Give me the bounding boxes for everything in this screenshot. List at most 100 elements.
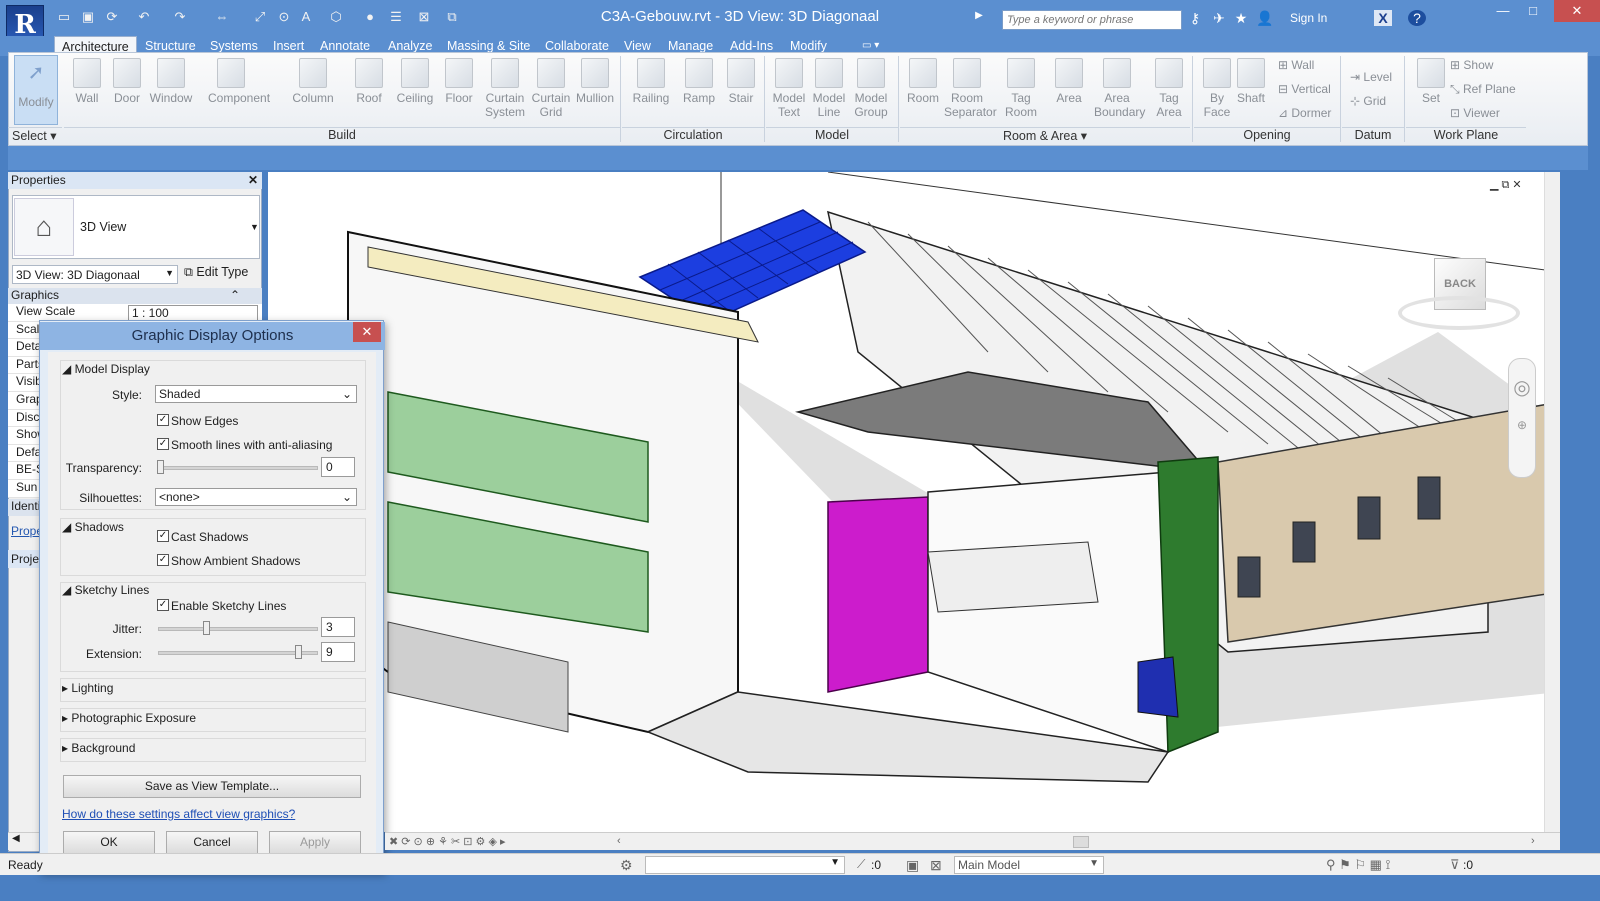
instance-filter-dropdown[interactable]: 3D View: 3D Diagonaal ▼ (12, 265, 178, 284)
apply-button[interactable]: Apply (269, 831, 361, 854)
show-button[interactable]: ⊞ Show (1450, 58, 1493, 72)
ambient-shadows-checkbox[interactable]: ✓ (157, 554, 169, 566)
3d-view-icon[interactable]: ⬡ (328, 9, 344, 25)
shaft-button[interactable]: Shaft (1228, 58, 1274, 122)
key-icon[interactable]: ⚷ (1186, 10, 1204, 27)
redo-icon[interactable]: ↷ (172, 9, 188, 25)
smooth-lines-checkbox[interactable]: ✓ (157, 438, 169, 450)
switch-windows-icon[interactable]: ⧉ (444, 9, 460, 25)
ok-button[interactable]: OK (63, 831, 155, 854)
binoculars-icon[interactable]: ⚲ (1162, 10, 1180, 27)
viewcube-compass-ring[interactable] (1398, 296, 1520, 330)
viewer-button[interactable]: ⊡ Viewer (1450, 106, 1500, 120)
filter-selection-icon[interactable]: ⊽ (1450, 857, 1460, 873)
set-button[interactable]: Set (1408, 58, 1454, 122)
select-dropdown[interactable]: Select ▾ (8, 127, 62, 143)
ceiling-button[interactable]: Ceiling (392, 58, 438, 122)
transparency-slider[interactable] (158, 466, 318, 470)
mullion-button[interactable]: Mullion (572, 58, 618, 122)
close-icon[interactable]: ✕ (248, 172, 258, 189)
door-button[interactable]: Door (104, 58, 150, 122)
lighting-header[interactable]: ▸ Lighting (62, 681, 113, 695)
selection-settings-icons[interactable]: ⚲ ⚑ ⚐ ▦ ⟟ (1326, 857, 1390, 873)
area-boundary-button[interactable]: Area Boundary (1094, 58, 1145, 122)
room-button[interactable]: Room (900, 58, 946, 122)
extension-slider-thumb[interactable] (295, 645, 302, 659)
scroll-right-icon[interactable]: › (1531, 835, 1535, 847)
zoom-icon[interactable]: ⊕ (1509, 418, 1535, 432)
design-option-dropdown[interactable]: Main Model ▼ (954, 856, 1104, 874)
cancel-button[interactable]: Cancel (166, 831, 258, 854)
minimize-button[interactable]: — (1488, 0, 1518, 22)
opening-wall[interactable]: ⊞ Wall (1278, 58, 1314, 72)
roof-button[interactable]: Roof (346, 58, 392, 122)
restore-button[interactable]: □ (1518, 0, 1548, 22)
component-button[interactable]: Component (208, 58, 270, 122)
star-icon[interactable]: ★ (1232, 10, 1250, 27)
enable-sketchy-checkbox[interactable]: ✓ (157, 599, 169, 611)
grid-button[interactable]: ⊹ Grid (1350, 94, 1386, 108)
search-input[interactable]: Type a keyword or phrase (1002, 10, 1182, 30)
ref-plane-button[interactable]: ⤡ Ref Plane (1450, 82, 1516, 97)
model-line-button[interactable]: Model Line (806, 58, 852, 122)
navigation-bar[interactable]: ◎ ⊕ (1508, 358, 1536, 478)
edit-type-button[interactable]: ⧉ Edit Type (184, 265, 248, 280)
horizontal-scroll-thumb[interactable] (1073, 836, 1089, 848)
modify-button[interactable]: ➚ Modify (14, 55, 58, 125)
jitter-slider-thumb[interactable] (203, 621, 210, 635)
ramp-button[interactable]: Ramp (676, 58, 722, 122)
worksets-icon[interactable]: ⚙ (620, 857, 633, 874)
curtain-grid-button[interactable]: Curtain Grid (528, 58, 574, 122)
help-icon[interactable]: ? (1408, 10, 1426, 26)
dimension-icon[interactable]: ⤢ (252, 9, 268, 25)
dialog-close-button[interactable]: ✕ (353, 322, 381, 342)
area-button[interactable]: Area (1046, 58, 1092, 122)
save-as-view-template-button[interactable]: Save as View Template... (63, 775, 361, 798)
exposure-header[interactable]: ▸ Photographic Exposure (62, 711, 196, 725)
curtain-system-button[interactable]: Curtain System (482, 58, 528, 122)
save-icon[interactable]: ▣ (80, 9, 96, 25)
3d-viewport[interactable] (268, 171, 1561, 832)
transparency-input[interactable]: 0 (321, 457, 355, 477)
thin-lines-icon[interactable]: ☰ (388, 9, 404, 25)
section-icon[interactable]: ● (362, 9, 378, 25)
extension-slider[interactable] (158, 651, 318, 655)
help-link[interactable]: How do these settings affect view graphi… (62, 807, 295, 821)
model-group-button[interactable]: Model Group (848, 58, 894, 122)
background-header[interactable]: ▸ Background (62, 741, 135, 755)
design-options-icon[interactable]: ▣ (906, 857, 919, 874)
railing-button[interactable]: Railing (628, 58, 674, 122)
scroll-left-icon[interactable]: ‹ (617, 835, 621, 847)
view-scale-field[interactable]: 1 : 100 (128, 305, 258, 321)
opening-vertical[interactable]: ⊟ Vertical (1278, 82, 1331, 96)
transparency-slider-thumb[interactable] (157, 460, 164, 474)
sketchy-lines-header[interactable]: ◢ Sketchy Lines (62, 583, 149, 597)
search-expand-icon[interactable]: ▶ (970, 10, 988, 21)
measure-icon[interactable]: ⇔ (214, 9, 230, 25)
tag-area-button[interactable]: Tag Area (1146, 58, 1192, 122)
view-control-icons[interactable]: ✖ ⟳ ⊙ ⊕ ⚘ ✂ ⊡ ⚙ ◈ ▸ (389, 835, 506, 848)
panel-room-area[interactable]: Room & Area ▾ (900, 127, 1190, 143)
shadows-header[interactable]: ◢ Shadows (62, 520, 124, 534)
stair-button[interactable]: Stair (718, 58, 764, 122)
model-display-header[interactable]: ◢ Model Display (62, 362, 150, 376)
jitter-input[interactable]: 3 (321, 617, 355, 637)
window-button[interactable]: Window (148, 58, 194, 122)
level-button[interactable]: ⇥ Level (1350, 70, 1392, 84)
tag-room-button[interactable]: Tag Room (998, 58, 1044, 122)
undo-icon[interactable]: ↶ (136, 9, 152, 25)
sign-in-button[interactable]: Sign In (1290, 11, 1327, 25)
view-window-controls[interactable]: ▁ ⧉ ✕ (1490, 178, 1522, 192)
style-dropdown[interactable]: Shaded ⌄ (155, 385, 357, 403)
sync-icon[interactable]: ⟳ (104, 9, 120, 25)
floor-button[interactable]: Floor (436, 58, 482, 122)
close-button[interactable]: ✕ (1554, 0, 1600, 22)
cast-shadows-checkbox[interactable]: ✓ (157, 530, 169, 542)
jitter-slider[interactable] (158, 627, 318, 631)
silhouettes-dropdown[interactable]: <none> ⌄ (155, 488, 357, 506)
show-edges-checkbox[interactable]: ✓ (157, 414, 169, 426)
close-hidden-icon[interactable]: ⊠ (416, 9, 432, 25)
text-icon[interactable]: A (298, 9, 314, 25)
opening-dormer[interactable]: ⊿ Dormer (1278, 106, 1331, 120)
tag-icon[interactable]: ⊙ (276, 9, 292, 25)
